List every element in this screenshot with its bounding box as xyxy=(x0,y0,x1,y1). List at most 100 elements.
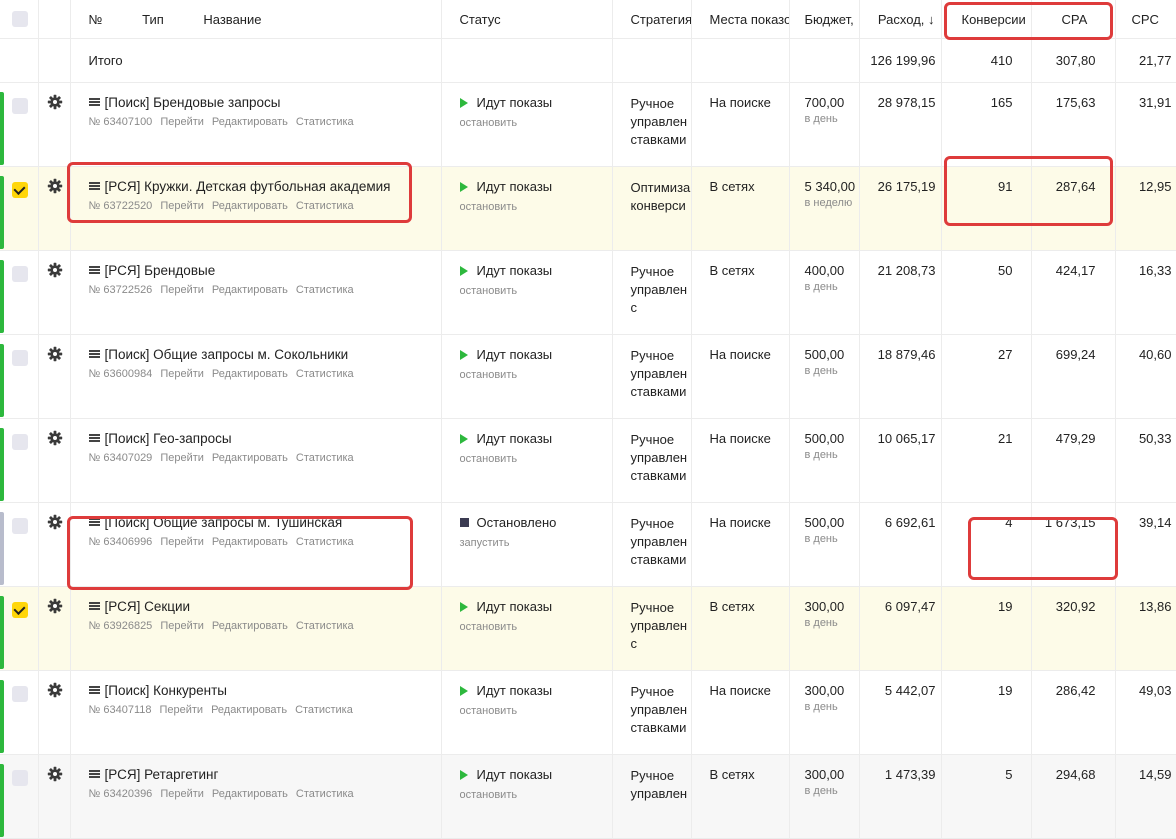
campaign-row[interactable]: [РСЯ] Брендовые № 63722526 Перейти Редактир… xyxy=(0,250,1176,335)
header-name[interactable]: Название xyxy=(203,12,261,27)
status-cell: Идут показы остановить xyxy=(441,586,613,671)
stats-link[interactable]: Статистика xyxy=(296,788,354,800)
go-link[interactable]: Перейти xyxy=(159,704,203,716)
stats-link[interactable]: Статистика xyxy=(296,116,354,128)
header-budget[interactable]: Бюджет, xyxy=(789,0,860,39)
campaign-row[interactable]: [Поиск] Брендовые запросы № 63407100 Перей… xyxy=(0,82,1176,167)
header-cpa[interactable]: CPA xyxy=(1031,0,1116,39)
edit-link[interactable]: Редактировать xyxy=(212,452,288,464)
gear-icon[interactable] xyxy=(39,514,70,530)
gear-icon[interactable] xyxy=(39,178,70,194)
budget-cell[interactable]: 500,00 в день xyxy=(789,418,860,503)
stats-link[interactable]: Статистика xyxy=(295,704,353,716)
budget-cell[interactable]: 400,00 в день xyxy=(789,250,860,335)
gear-icon[interactable] xyxy=(39,346,70,362)
status-action-link[interactable]: остановить xyxy=(460,789,612,801)
status-action-link[interactable]: остановить xyxy=(460,201,612,213)
go-link[interactable]: Перейти xyxy=(160,620,204,632)
edit-link[interactable]: Редактировать xyxy=(211,704,287,716)
campaign-row[interactable]: [РСЯ] Секции № 63926825 Перейти Редактирова… xyxy=(0,586,1176,671)
stats-link[interactable]: Статистика xyxy=(296,284,354,296)
row-checkbox[interactable] xyxy=(12,182,28,198)
campaign-title[interactable]: [Поиск] Конкуренты xyxy=(105,683,228,698)
edit-link[interactable]: Редактировать xyxy=(212,284,288,296)
stats-link[interactable]: Статистика xyxy=(296,368,354,380)
campaign-row[interactable]: [РСЯ] Кружки. Детская футбольная академи… xyxy=(0,166,1176,251)
status-action-link[interactable]: остановить xyxy=(460,369,612,381)
header-spend[interactable]: Расход, ↓ xyxy=(859,0,942,39)
stats-link[interactable]: Статистика xyxy=(296,200,354,212)
budget-value: 300,00 xyxy=(804,683,845,698)
gear-icon[interactable] xyxy=(39,682,70,698)
budget-cell[interactable]: 300,00 в день xyxy=(789,586,860,671)
gear-icon[interactable] xyxy=(39,598,70,614)
cpa-cell: 175,63 xyxy=(1031,82,1116,167)
status-action-link[interactable]: остановить xyxy=(460,453,612,465)
campaign-row[interactable]: [Поиск] Конкуренты № 63407118 Перейти Редак… xyxy=(0,670,1176,755)
edit-link[interactable]: Редактировать xyxy=(212,368,288,380)
campaign-title[interactable]: [РСЯ] Кружки. Детская футбольная академи… xyxy=(105,179,391,194)
row-checkbox[interactable] xyxy=(12,98,28,114)
status-cell: Идут показы остановить xyxy=(441,166,613,251)
row-settings-cell xyxy=(38,754,71,839)
go-link[interactable]: Перейти xyxy=(160,284,204,296)
row-checkbox[interactable] xyxy=(12,434,28,450)
status-text: Идут показы xyxy=(476,431,553,446)
row-checkbox[interactable] xyxy=(12,350,28,366)
gear-icon[interactable] xyxy=(39,766,70,782)
campaign-title[interactable]: [РСЯ] Ретаргетинг xyxy=(105,767,219,782)
go-link[interactable]: Перейти xyxy=(160,200,204,212)
gear-icon[interactable] xyxy=(39,94,70,110)
status-action-link[interactable]: остановить xyxy=(460,621,612,633)
header-status[interactable]: Статус xyxy=(441,0,613,39)
campaign-title[interactable]: [РСЯ] Брендовые xyxy=(105,263,216,278)
campaign-title[interactable]: [Поиск] Гео-запросы xyxy=(105,431,232,446)
edit-link[interactable]: Редактировать xyxy=(212,116,288,128)
edit-link[interactable]: Редактировать xyxy=(212,536,288,548)
row-checkbox[interactable] xyxy=(12,518,28,534)
status-action-link[interactable]: остановить xyxy=(460,285,612,297)
campaign-row[interactable]: [Поиск] Общие запросы м. Сокольники № 636… xyxy=(0,334,1176,419)
budget-cell[interactable]: 5 340,00 в неделю xyxy=(789,166,860,251)
header-cpc[interactable]: CPC xyxy=(1115,0,1176,39)
campaign-row[interactable]: [РСЯ] Ретаргетинг № 63420396 Перейти Редакт… xyxy=(0,754,1176,839)
header-places[interactable]: Места показов xyxy=(691,0,790,39)
go-link[interactable]: Перейти xyxy=(160,452,204,464)
budget-cell[interactable]: 500,00 в день xyxy=(789,502,860,587)
campaign-row[interactable]: [Поиск] Гео-запросы № 63407029 Перейти Реда… xyxy=(0,418,1176,503)
budget-cell[interactable]: 300,00 в день xyxy=(789,670,860,755)
campaign-title[interactable]: [Поиск] Общие запросы м. Сокольники xyxy=(105,347,349,362)
campaign-title[interactable]: [Поиск] Общие запросы м. Тушинская xyxy=(105,515,343,530)
select-all-checkbox[interactable] xyxy=(12,11,28,27)
header-type[interactable]: Тип xyxy=(142,12,164,27)
stats-link[interactable]: Статистика xyxy=(296,452,354,464)
row-checkbox[interactable] xyxy=(12,602,28,618)
campaign-title[interactable]: [РСЯ] Секции xyxy=(105,599,191,614)
budget-cell[interactable]: 500,00 в день xyxy=(789,334,860,419)
header-num[interactable]: № xyxy=(89,12,103,27)
row-checkbox[interactable] xyxy=(12,770,28,786)
go-link[interactable]: Перейти xyxy=(160,116,204,128)
row-checkbox[interactable] xyxy=(12,686,28,702)
header-strategy[interactable]: Стратегия xyxy=(612,0,692,39)
status-action-link[interactable]: остановить xyxy=(460,705,612,717)
gear-icon[interactable] xyxy=(39,430,70,446)
status-action-link[interactable]: запустить xyxy=(460,537,612,549)
header-conversions[interactable]: Конверсии xyxy=(941,0,1032,39)
status-action-link[interactable]: остановить xyxy=(460,117,612,129)
edit-link[interactable]: Редактировать xyxy=(212,200,288,212)
budget-cell[interactable]: 300,00 в день xyxy=(789,754,860,839)
edit-link[interactable]: Редактировать xyxy=(212,788,288,800)
go-link[interactable]: Перейти xyxy=(160,536,204,548)
campaign-row[interactable]: [Поиск] Общие запросы м. Тушинская № 6340… xyxy=(0,502,1176,587)
budget-cell[interactable]: 700,00 в день xyxy=(789,82,860,167)
edit-link[interactable]: Редактировать xyxy=(212,620,288,632)
stats-link[interactable]: Статистика xyxy=(296,536,354,548)
stats-link[interactable]: Статистика xyxy=(296,620,354,632)
gear-icon[interactable] xyxy=(39,262,70,278)
row-checkbox[interactable] xyxy=(12,266,28,282)
go-link[interactable]: Перейти xyxy=(160,368,204,380)
go-link[interactable]: Перейти xyxy=(160,788,204,800)
campaign-title[interactable]: [Поиск] Брендовые запросы xyxy=(105,95,281,110)
strategy-line: управлен xyxy=(630,618,688,633)
